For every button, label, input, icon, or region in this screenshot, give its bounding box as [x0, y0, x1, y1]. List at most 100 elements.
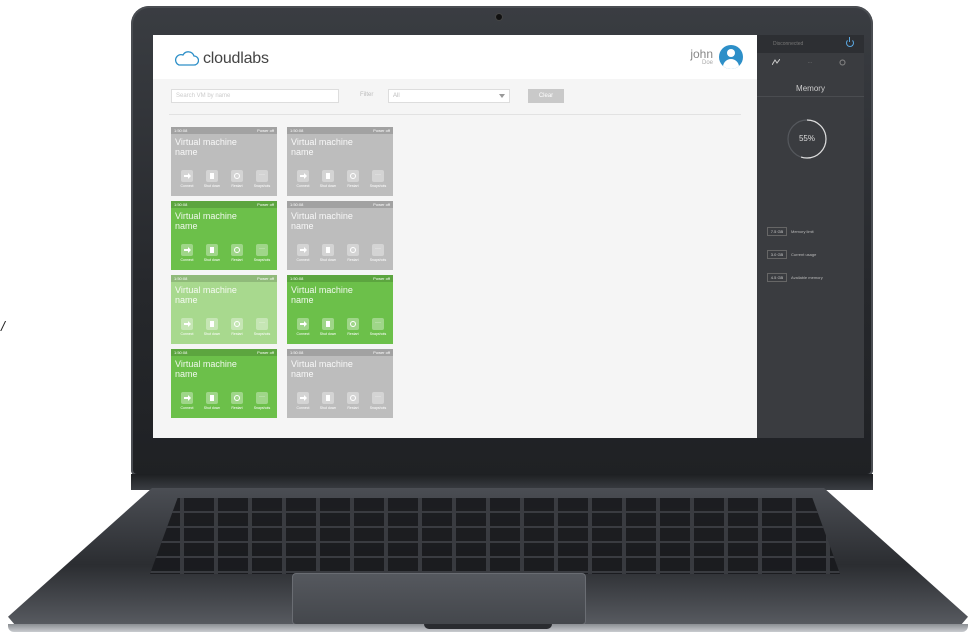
- vm-card[interactable]: 1:50:08 Power off Virtual machine name Conn…: [171, 127, 277, 196]
- vm-name: Virtual machine name: [291, 137, 353, 157]
- vm-action-restart-button[interactable]: Restart: [225, 392, 249, 410]
- vm-action-restart-button[interactable]: Restart: [341, 318, 365, 336]
- vm-action-restart-button[interactable]: Restart: [341, 392, 365, 410]
- arrow-right-icon: [297, 170, 309, 182]
- vm-action-snapshots-button[interactable]: Snapshots: [366, 318, 390, 336]
- vm-action-label: Shut down: [319, 406, 337, 410]
- arrow-right-icon: [181, 392, 193, 404]
- vm-action-connect-button[interactable]: Connect: [291, 244, 315, 262]
- power-icon[interactable]: [846, 37, 854, 47]
- search-input[interactable]: Search VM by name: [171, 89, 339, 103]
- vm-action-snapshots-button[interactable]: Snapshots: [250, 170, 274, 188]
- toolbar-divider: [169, 114, 741, 115]
- vm-card[interactable]: 1:50:08 Power off Virtual machine name Conn…: [287, 127, 393, 196]
- more-icon: [372, 392, 384, 404]
- filter-select[interactable]: All: [388, 89, 510, 103]
- vm-card-header: 1:50:08 Power off: [287, 349, 393, 356]
- vm-action-snapshots-button[interactable]: Snapshots: [366, 392, 390, 410]
- vm-action-restart-button[interactable]: Restart: [225, 170, 249, 188]
- vm-action-connect-button[interactable]: Connect: [175, 318, 199, 336]
- vm-action-connect-button[interactable]: Connect: [291, 318, 315, 336]
- vm-card[interactable]: 1:50:08 Power off Virtual machine name Conn…: [287, 275, 393, 344]
- vm-action-snapshots-button[interactable]: Snapshots: [250, 318, 274, 336]
- stop-icon: [322, 170, 334, 182]
- vm-name: Virtual machine name: [291, 359, 353, 379]
- panel-tabs: ...: [757, 57, 864, 71]
- clear-button[interactable]: Clear: [528, 89, 564, 103]
- tab-settings[interactable]: [829, 59, 855, 68]
- stop-icon: [206, 392, 218, 404]
- vm-actions: Connect Shut down Restart Snapshots: [291, 318, 389, 340]
- vm-action-connect-button[interactable]: Connect: [291, 170, 315, 188]
- stop-icon: [206, 244, 218, 256]
- tab-memory[interactable]: [763, 58, 789, 67]
- vm-action-connect-button[interactable]: Connect: [175, 392, 199, 410]
- vm-action-restart-button[interactable]: Restart: [225, 318, 249, 336]
- vm-action-label: Snapshots: [369, 184, 387, 188]
- vm-action-snapshots-button[interactable]: Snapshots: [366, 170, 390, 188]
- vm-name: Virtual machine name: [291, 285, 353, 305]
- vm-uptime: 1:50:08: [290, 276, 304, 281]
- tab-more[interactable]: ...: [797, 59, 823, 65]
- vm-action-shut-down-button[interactable]: Shut down: [316, 244, 340, 262]
- arrow-right-icon: [297, 392, 309, 404]
- restart-icon: [347, 244, 359, 256]
- restart-icon: [347, 392, 359, 404]
- vm-action-snapshots-button[interactable]: Snapshots: [366, 244, 390, 262]
- vm-action-shut-down-button[interactable]: Shut down: [316, 392, 340, 410]
- vm-action-shut-down-button[interactable]: Shut down: [200, 392, 224, 410]
- vm-action-connect-button[interactable]: Connect: [175, 170, 199, 188]
- vm-card[interactable]: 1:50:08 Power off Virtual machine name Conn…: [171, 201, 277, 270]
- vm-action-label: Connect: [180, 258, 194, 262]
- vm-action-shut-down-button[interactable]: Shut down: [200, 170, 224, 188]
- vm-card-header: 1:50:08 Power off: [287, 127, 393, 134]
- vm-action-label: Connect: [296, 258, 310, 262]
- vm-action-connect-button[interactable]: Connect: [291, 392, 315, 410]
- restart-icon: [347, 318, 359, 330]
- vm-card[interactable]: 1:50:08 Power off Virtual machine name Conn…: [287, 349, 393, 418]
- memory-stat-label: Available memory: [791, 275, 823, 280]
- vm-action-connect-button[interactable]: Connect: [175, 244, 199, 262]
- avatar[interactable]: [719, 45, 743, 69]
- vm-action-label: Snapshots: [253, 258, 271, 262]
- vm-action-label: Shut down: [203, 332, 221, 336]
- vm-action-restart-button[interactable]: Restart: [225, 244, 249, 262]
- vm-uptime: 1:50:08: [174, 276, 188, 281]
- vm-action-shut-down-button[interactable]: Shut down: [316, 170, 340, 188]
- more-icon: [372, 318, 384, 330]
- vm-action-snapshots-button[interactable]: Snapshots: [250, 392, 274, 410]
- trackpad: [292, 573, 586, 625]
- vm-action-label: Shut down: [319, 332, 337, 336]
- vm-action-label: Snapshots: [369, 332, 387, 336]
- logo[interactable]: cloudlabs: [173, 49, 269, 69]
- main-area: cloudlabs john Doe Search VM by name Fil…: [153, 35, 757, 438]
- cloud-icon: [175, 51, 199, 66]
- vm-action-shut-down-button[interactable]: Shut down: [200, 244, 224, 262]
- vm-name: Virtual machine name: [175, 285, 237, 305]
- vm-action-label: Restart: [347, 184, 359, 188]
- stop-icon: [322, 318, 334, 330]
- webcam-icon: [496, 14, 502, 20]
- vm-action-label: Connect: [296, 184, 310, 188]
- stop-icon: [206, 170, 218, 182]
- vm-name: Virtual machine name: [175, 211, 237, 231]
- more-icon: [256, 318, 268, 330]
- restart-icon: [231, 244, 243, 256]
- vm-action-restart-button[interactable]: Restart: [341, 170, 365, 188]
- vm-card[interactable]: 1:50:08 Power off Virtual machine name Conn…: [287, 201, 393, 270]
- vm-action-restart-button[interactable]: Restart: [341, 244, 365, 262]
- user-menu[interactable]: john Doe: [690, 45, 743, 69]
- vm-uptime: 1:50:08: [174, 128, 188, 133]
- vm-card[interactable]: 1:50:08 Power off Virtual machine name Conn…: [171, 275, 277, 344]
- vm-action-shut-down-button[interactable]: Shut down: [316, 318, 340, 336]
- vm-actions: Connect Shut down Restart Snapshots: [175, 244, 273, 266]
- vm-uptime: 1:50:08: [174, 350, 188, 355]
- vm-action-shut-down-button[interactable]: Shut down: [200, 318, 224, 336]
- vm-card[interactable]: 1:50:08 Power off Virtual machine name Conn…: [171, 349, 277, 418]
- vm-action-snapshots-button[interactable]: Snapshots: [250, 244, 274, 262]
- vm-actions: Connect Shut down Restart Snapshots: [175, 318, 273, 340]
- restart-icon: [231, 318, 243, 330]
- vm-power-state: Power off: [257, 128, 274, 133]
- vm-action-label: Snapshots: [253, 332, 271, 336]
- keyboard-rows: [150, 498, 840, 574]
